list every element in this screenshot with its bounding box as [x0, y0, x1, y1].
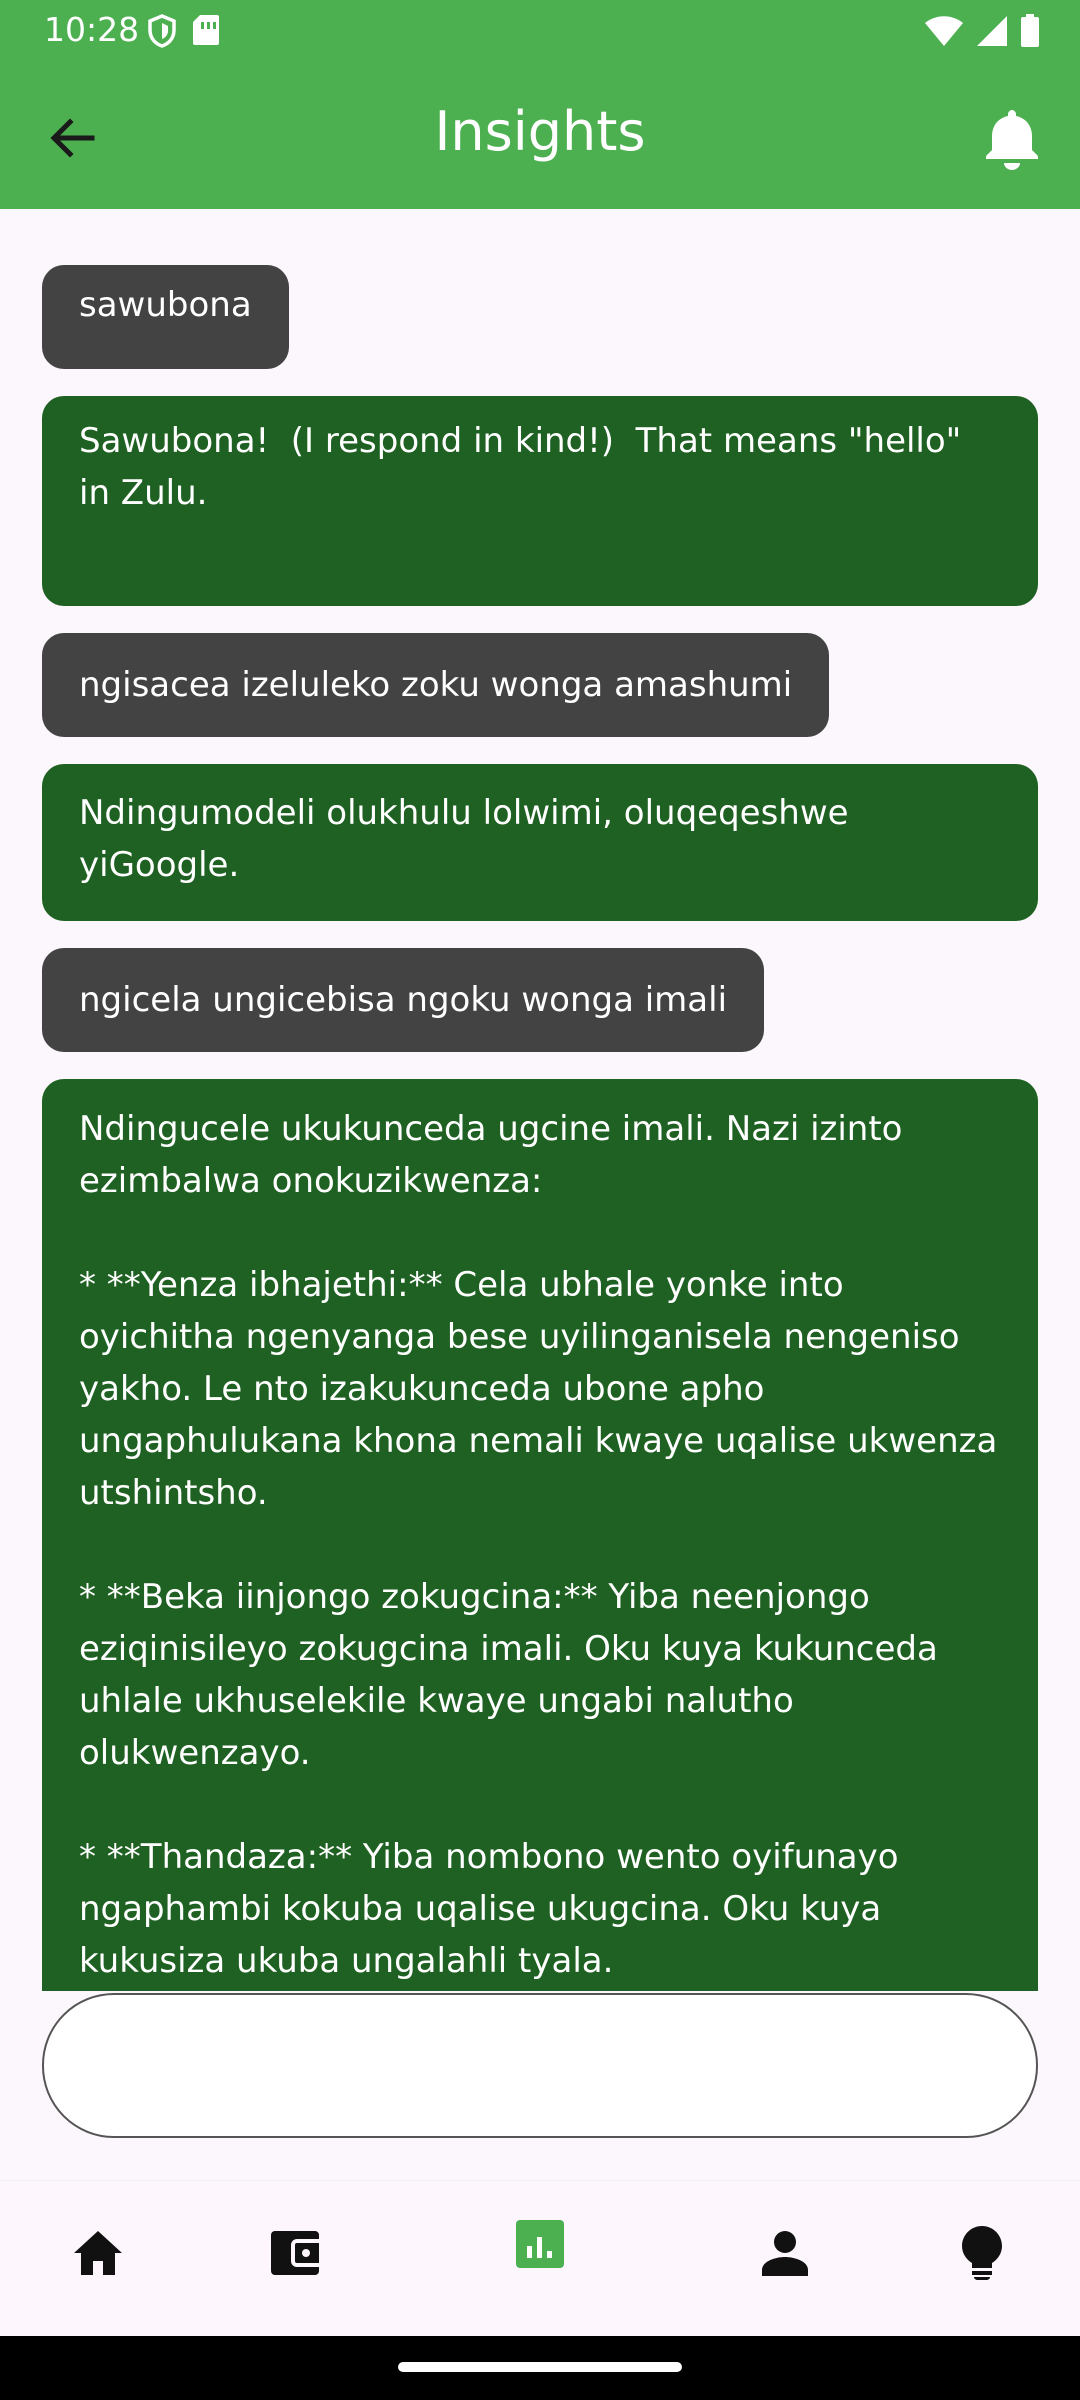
bottom-navigation: [0, 2180, 1080, 2336]
status-bar: 10:28: [0, 0, 1080, 62]
nav-home[interactable]: [58, 2215, 138, 2295]
bell-icon[interactable]: [982, 106, 1042, 170]
wifi-icon: [924, 15, 964, 51]
home-icon: [72, 2229, 124, 2281]
status-time: 10:28: [44, 10, 140, 49]
nav-profile[interactable]: [745, 2215, 825, 2295]
home-gesture-handle[interactable]: [398, 2362, 682, 2372]
bar-chart-icon: [516, 2220, 564, 2272]
message-input-container: [42, 1993, 1038, 2138]
chat-list[interactable]: sawubona Sawubona! (I respond in kind!) …: [0, 209, 1080, 1991]
message-input[interactable]: [44, 1995, 1036, 2136]
person-icon: [762, 2230, 808, 2280]
battery-icon: [1020, 14, 1040, 52]
shield-icon: [148, 14, 176, 52]
nav-wallet[interactable]: [255, 2215, 335, 2295]
bot-message: Sawubona! (I respond in kind!) That mean…: [42, 396, 1038, 606]
nav-insights[interactable]: [500, 2206, 580, 2286]
user-message: sawubona: [42, 265, 289, 369]
lightbulb-icon: [962, 2226, 1002, 2284]
gesture-bar: [0, 2336, 1080, 2400]
user-message: ngicela ungicebisa ngoku wonga imali: [42, 948, 765, 1052]
bot-message: Ndingumodeli olukhulu lolwimi, oluqeqesh…: [42, 764, 1038, 921]
page-title: Insights: [434, 100, 646, 163]
nav-tips[interactable]: [942, 2215, 1022, 2295]
app-bar: Insights: [0, 62, 1080, 209]
wallet-icon: [269, 2229, 321, 2281]
signal-icon: [976, 15, 1008, 51]
user-message: ngisacea izeluleko zoku wonga amashumi: [42, 633, 830, 737]
bot-message: Ndingucele ukukunceda ugcine imali. Nazi…: [42, 1079, 1038, 1991]
sim-card-icon: [192, 14, 220, 52]
